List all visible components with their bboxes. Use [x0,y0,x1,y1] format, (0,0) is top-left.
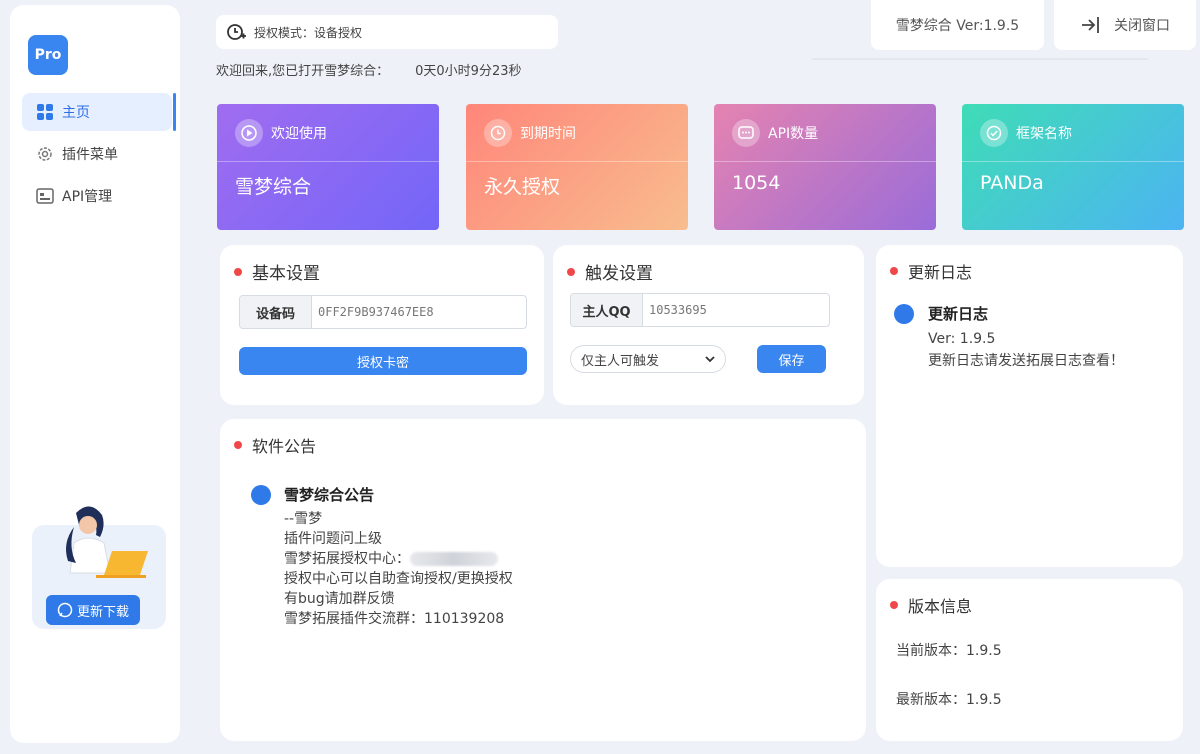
trigger-permission-value: 仅主人可触发 [581,353,660,369]
announcement-line: 插件问题问上级 [284,531,382,547]
auth-mode-text: 授权模式：设备授权 [254,25,363,40]
welcome-line: 欢迎回来,您已打开雪梦综合： 0天0小时9分23秒 [216,60,522,79]
active-indicator [173,93,176,131]
announcement-title: 软件公告 [252,437,317,456]
clock-icon [484,118,512,147]
update-download-button[interactable]: 更新下载 [46,595,140,625]
entry-dot [894,304,914,324]
version-box: 雪梦综合 Ver:1.9.5 [871,0,1044,50]
entry-dot [251,485,271,505]
version-info-title: 版本信息 [908,597,973,616]
bullet-dot [890,601,898,609]
announcement-line-text: 雪梦拓展授权中心： [284,551,410,567]
sidebar-item-label: 插件菜单 [62,147,118,163]
chat-icon [732,118,760,147]
redacted-text [410,552,498,566]
sidebar-item-plugins[interactable]: 插件菜单 [22,135,172,173]
announcement-author: --雪梦 [284,511,323,527]
announcement-card: 软件公告 雪梦综合公告 --雪梦 插件问题问上级 雪梦拓展授权中心： 授权中心可… [220,419,866,741]
latest-version: 最新版本：1.9.5 [896,692,1002,708]
basic-settings-card: 基本设置 设备码 0FF2F9B937467EE8 授权卡密 [220,245,544,405]
close-window-label: 关闭窗口 [1114,18,1170,34]
clock-add-icon [227,24,246,40]
stat-value: 雪梦综合 [235,176,312,198]
sidebar-item-home[interactable]: 主页 [22,93,172,131]
owner-qq-value[interactable]: 10533695 [643,294,829,326]
card-title: 基本设置 [234,259,320,284]
version-info-card: 版本信息 当前版本：1.9.5 最新版本：1.9.5 [876,579,1183,741]
device-code-field[interactable]: 设备码 0FF2F9B937467EE8 [239,295,527,329]
card-title: 触发设置 [567,259,653,284]
basic-settings-title: 基本设置 [252,264,320,284]
divider [812,58,1148,60]
card-title: 软件公告 [234,433,316,457]
chat-bubble-icon [57,602,73,618]
announcement-line: 有bug请加群反馈 [284,591,395,607]
promo-card: 更新下载 [32,506,166,629]
illustration-image [66,506,148,578]
auth-mode-box: 授权模式：设备授权 [216,15,558,49]
save-button[interactable]: 保存 [757,345,826,373]
chevron-down-icon [705,356,715,363]
stat-label: 到期时间 [520,125,576,142]
current-version: 当前版本：1.9.5 [896,643,1002,659]
stat-card-welcome: 欢迎使用 雪梦综合 [217,104,439,230]
announcement-line: 授权中心可以自助查询授权/更换授权 [284,571,513,587]
changelog-title: 更新日志 [908,263,973,282]
sidebar: Pro 主页 插件菜单 API管理 更新下载 [10,5,180,743]
sidebar-item-label: API管理 [62,189,113,205]
bullet-dot [567,267,575,276]
api-icon [36,187,54,205]
stat-value: 1054 [732,172,781,194]
stat-card-expiry: 到期时间 永久授权 [466,104,688,230]
stat-label: 框架名称 [1016,125,1072,142]
trigger-settings-title: 触发设置 [585,264,653,284]
stat-value: 永久授权 [484,176,561,198]
trigger-permission-select[interactable]: 仅主人可触发 [570,345,726,373]
bullet-dot [234,441,242,449]
sidebar-item-api[interactable]: API管理 [22,177,172,215]
play-circle-icon [235,118,263,147]
stat-value: PANDa [980,172,1044,194]
changelog-card: 更新日志 更新日志 Ver: 1.9.5 更新日志请发送拓展日志查看！ [876,245,1183,567]
announcement-line: 雪梦拓展插件交流群：110139208 [284,611,505,627]
sidebar-item-label: 主页 [62,105,90,121]
app-logo: Pro [28,35,68,75]
device-code-label: 设备码 [240,296,312,328]
owner-qq-label: 主人QQ [571,294,643,326]
stat-card-framework: 框架名称 PANDa [962,104,1184,230]
check-circle-icon [980,118,1008,147]
trigger-settings-card: 触发设置 主人QQ 10533695 仅主人可触发 保存 [553,245,864,405]
owner-qq-field[interactable]: 主人QQ 10533695 [570,293,830,327]
announcement-entry-title: 雪梦综合公告 [284,486,375,504]
card-title: 版本信息 [890,593,972,617]
grid-icon [36,103,54,121]
bullet-dot [890,267,898,275]
authorize-card-button[interactable]: 授权卡密 [239,347,527,375]
card-title: 更新日志 [890,259,972,283]
close-window-button[interactable]: 关闭窗口 [1054,0,1196,50]
announcement-line: 雪梦拓展授权中心： [284,549,513,569]
welcome-text: 欢迎回来,您已打开雪梦综合： [216,64,390,79]
stat-card-api-count: API数量 1054 [714,104,936,230]
changelog-entry-title: 更新日志 [928,305,989,323]
changelog-entry-text: 更新日志请发送拓展日志查看！ [928,353,1124,369]
stat-label: 欢迎使用 [271,125,327,142]
device-code-value[interactable]: 0FF2F9B937467EE8 [312,296,526,328]
version-label: 雪梦综合 Ver:1.9.5 [895,18,1020,34]
gear-icon [36,145,54,163]
stat-label: API数量 [768,125,819,142]
update-download-label: 更新下载 [76,604,129,620]
changelog-entry-version: Ver: 1.9.5 [928,331,996,347]
exit-icon [1082,17,1099,33]
bullet-dot [234,267,242,276]
uptime-text: 0天0小时9分23秒 [415,64,522,79]
